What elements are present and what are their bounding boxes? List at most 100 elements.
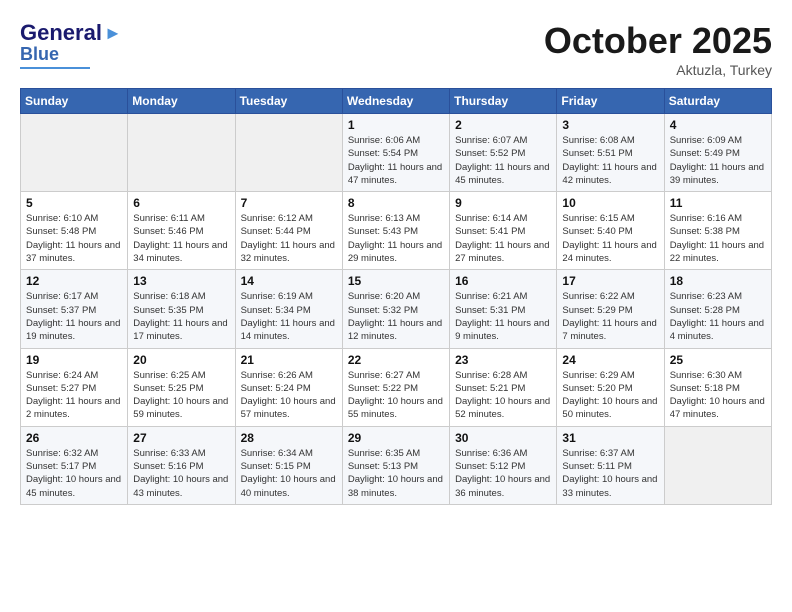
logo-underline bbox=[20, 67, 90, 69]
day-info: Sunrise: 6:27 AM Sunset: 5:22 PM Dayligh… bbox=[348, 369, 444, 422]
logo-blue: Blue bbox=[20, 44, 59, 65]
calendar-cell: 7 Sunrise: 6:12 AM Sunset: 5:44 PM Daylig… bbox=[235, 192, 342, 270]
calendar-cell: 4 Sunrise: 6:09 AM Sunset: 5:49 PM Daylig… bbox=[664, 114, 771, 192]
calendar-cell: 21Sunrise: 6:26 AM Sunset: 5:24 PM Dayli… bbox=[235, 348, 342, 426]
day-info: Sunrise: 6:28 AM Sunset: 5:21 PM Dayligh… bbox=[455, 369, 551, 422]
calendar-week-2: 5 Sunrise: 6:10 AM Sunset: 5:48 PM Daylig… bbox=[21, 192, 772, 270]
day-info: Sunrise: 6:32 AM Sunset: 5:17 PM Dayligh… bbox=[26, 447, 122, 500]
calendar-cell bbox=[664, 426, 771, 504]
day-number: 25 bbox=[670, 353, 766, 367]
day-info: Sunrise: 6:17 AM Sunset: 5:37 PM Dayligh… bbox=[26, 290, 122, 343]
day-info: Sunrise: 6:36 AM Sunset: 5:12 PM Dayligh… bbox=[455, 447, 551, 500]
calendar-cell: 13 Sunrise: 6:18 AM Sunset: 5:35 PM Dayli… bbox=[128, 270, 235, 348]
calendar-cell: 31 Sunrise: 6:37 AM Sunset: 5:11 PM Dayli… bbox=[557, 426, 664, 504]
weekday-header-monday: Monday bbox=[128, 89, 235, 114]
day-info: Sunrise: 6:12 AM Sunset: 5:44 PM Dayligh… bbox=[241, 212, 337, 265]
calendar-cell: 26 Sunrise: 6:32 AM Sunset: 5:17 PM Dayli… bbox=[21, 426, 128, 504]
calendar-cell: 27 Sunrise: 6:33 AM Sunset: 5:16 PM Dayli… bbox=[128, 426, 235, 504]
calendar-week-1: 1Sunrise: 6:06 AM Sunset: 5:54 PM Daylig… bbox=[21, 114, 772, 192]
calendar-cell: 6Sunrise: 6:11 AM Sunset: 5:46 PM Daylig… bbox=[128, 192, 235, 270]
day-info: Sunrise: 6:21 AM Sunset: 5:31 PM Dayligh… bbox=[455, 290, 551, 343]
day-number: 24 bbox=[562, 353, 658, 367]
day-info: Sunrise: 6:24 AM Sunset: 5:27 PM Dayligh… bbox=[26, 369, 122, 422]
logo-general: General bbox=[20, 20, 102, 46]
day-info: Sunrise: 6:22 AM Sunset: 5:29 PM Dayligh… bbox=[562, 290, 658, 343]
day-number: 13 bbox=[133, 274, 229, 288]
calendar-cell: 14Sunrise: 6:19 AM Sunset: 5:34 PM Dayli… bbox=[235, 270, 342, 348]
logo-text: General ► bbox=[20, 20, 122, 46]
month-title: October 2025 bbox=[544, 20, 772, 62]
location-subtitle: Aktuzla, Turkey bbox=[544, 62, 772, 78]
day-info: Sunrise: 6:13 AM Sunset: 5:43 PM Dayligh… bbox=[348, 212, 444, 265]
calendar-cell: 12Sunrise: 6:17 AM Sunset: 5:37 PM Dayli… bbox=[21, 270, 128, 348]
day-info: Sunrise: 6:09 AM Sunset: 5:49 PM Dayligh… bbox=[670, 134, 766, 187]
calendar-table: SundayMondayTuesdayWednesdayThursdayFrid… bbox=[20, 88, 772, 505]
calendar-cell: 3Sunrise: 6:08 AM Sunset: 5:51 PM Daylig… bbox=[557, 114, 664, 192]
day-number: 28 bbox=[241, 431, 337, 445]
day-info: Sunrise: 6:19 AM Sunset: 5:34 PM Dayligh… bbox=[241, 290, 337, 343]
calendar-cell: 19 Sunrise: 6:24 AM Sunset: 5:27 PM Dayli… bbox=[21, 348, 128, 426]
calendar-cell: 20Sunrise: 6:25 AM Sunset: 5:25 PM Dayli… bbox=[128, 348, 235, 426]
calendar-cell: 8 Sunrise: 6:13 AM Sunset: 5:43 PM Daylig… bbox=[342, 192, 449, 270]
day-number: 5 bbox=[26, 196, 122, 210]
day-number: 31 bbox=[562, 431, 658, 445]
calendar-cell: 29 Sunrise: 6:35 AM Sunset: 5:13 PM Dayli… bbox=[342, 426, 449, 504]
day-info: Sunrise: 6:35 AM Sunset: 5:13 PM Dayligh… bbox=[348, 447, 444, 500]
day-number: 21 bbox=[241, 353, 337, 367]
day-number: 17 bbox=[562, 274, 658, 288]
day-info: Sunrise: 6:16 AM Sunset: 5:38 PM Dayligh… bbox=[670, 212, 766, 265]
calendar-cell: 1Sunrise: 6:06 AM Sunset: 5:54 PM Daylig… bbox=[342, 114, 449, 192]
day-number: 2 bbox=[455, 118, 551, 132]
calendar-cell bbox=[21, 114, 128, 192]
calendar-cell bbox=[128, 114, 235, 192]
day-number: 30 bbox=[455, 431, 551, 445]
day-info: Sunrise: 6:34 AM Sunset: 5:15 PM Dayligh… bbox=[241, 447, 337, 500]
day-number: 23 bbox=[455, 353, 551, 367]
calendar-cell: 9Sunrise: 6:14 AM Sunset: 5:41 PM Daylig… bbox=[450, 192, 557, 270]
day-number: 8 bbox=[348, 196, 444, 210]
calendar-cell: 2 Sunrise: 6:07 AM Sunset: 5:52 PM Daylig… bbox=[450, 114, 557, 192]
calendar-cell: 15Sunrise: 6:20 AM Sunset: 5:32 PM Dayli… bbox=[342, 270, 449, 348]
day-info: Sunrise: 6:30 AM Sunset: 5:18 PM Dayligh… bbox=[670, 369, 766, 422]
calendar-cell: 10Sunrise: 6:15 AM Sunset: 5:40 PM Dayli… bbox=[557, 192, 664, 270]
day-number: 20 bbox=[133, 353, 229, 367]
calendar-cell: 28 Sunrise: 6:34 AM Sunset: 5:15 PM Dayli… bbox=[235, 426, 342, 504]
day-info: Sunrise: 6:14 AM Sunset: 5:41 PM Dayligh… bbox=[455, 212, 551, 265]
day-info: Sunrise: 6:33 AM Sunset: 5:16 PM Dayligh… bbox=[133, 447, 229, 500]
day-number: 16 bbox=[455, 274, 551, 288]
day-info: Sunrise: 6:37 AM Sunset: 5:11 PM Dayligh… bbox=[562, 447, 658, 500]
weekday-header-wednesday: Wednesday bbox=[342, 89, 449, 114]
day-number: 6 bbox=[133, 196, 229, 210]
day-info: Sunrise: 6:18 AM Sunset: 5:35 PM Dayligh… bbox=[133, 290, 229, 343]
day-number: 4 bbox=[670, 118, 766, 132]
day-number: 22 bbox=[348, 353, 444, 367]
day-number: 27 bbox=[133, 431, 229, 445]
day-info: Sunrise: 6:08 AM Sunset: 5:51 PM Dayligh… bbox=[562, 134, 658, 187]
logo: General ► Blue bbox=[20, 20, 122, 69]
day-info: Sunrise: 6:10 AM Sunset: 5:48 PM Dayligh… bbox=[26, 212, 122, 265]
calendar-cell: 17 Sunrise: 6:22 AM Sunset: 5:29 PM Dayli… bbox=[557, 270, 664, 348]
calendar-cell: 16 Sunrise: 6:21 AM Sunset: 5:31 PM Dayli… bbox=[450, 270, 557, 348]
calendar-cell: 11Sunrise: 6:16 AM Sunset: 5:38 PM Dayli… bbox=[664, 192, 771, 270]
calendar-week-4: 19 Sunrise: 6:24 AM Sunset: 5:27 PM Dayli… bbox=[21, 348, 772, 426]
day-info: Sunrise: 6:29 AM Sunset: 5:20 PM Dayligh… bbox=[562, 369, 658, 422]
day-info: Sunrise: 6:20 AM Sunset: 5:32 PM Dayligh… bbox=[348, 290, 444, 343]
day-info: Sunrise: 6:15 AM Sunset: 5:40 PM Dayligh… bbox=[562, 212, 658, 265]
calendar-cell: 24 Sunrise: 6:29 AM Sunset: 5:20 PM Dayli… bbox=[557, 348, 664, 426]
weekday-header-thursday: Thursday bbox=[450, 89, 557, 114]
weekday-header-tuesday: Tuesday bbox=[235, 89, 342, 114]
calendar-cell: 18Sunrise: 6:23 AM Sunset: 5:28 PM Dayli… bbox=[664, 270, 771, 348]
day-info: Sunrise: 6:07 AM Sunset: 5:52 PM Dayligh… bbox=[455, 134, 551, 187]
weekday-header-friday: Friday bbox=[557, 89, 664, 114]
calendar-week-5: 26 Sunrise: 6:32 AM Sunset: 5:17 PM Dayli… bbox=[21, 426, 772, 504]
page-header: General ► Blue October 2025 Aktuzla, Tur… bbox=[20, 20, 772, 78]
day-number: 26 bbox=[26, 431, 122, 445]
day-number: 19 bbox=[26, 353, 122, 367]
day-number: 7 bbox=[241, 196, 337, 210]
calendar-cell bbox=[235, 114, 342, 192]
logo-bird-icon: ► bbox=[104, 23, 122, 44]
calendar-cell: 30 Sunrise: 6:36 AM Sunset: 5:12 PM Dayli… bbox=[450, 426, 557, 504]
weekday-header-saturday: Saturday bbox=[664, 89, 771, 114]
calendar-cell: 22 Sunrise: 6:27 AM Sunset: 5:22 PM Dayli… bbox=[342, 348, 449, 426]
day-number: 29 bbox=[348, 431, 444, 445]
